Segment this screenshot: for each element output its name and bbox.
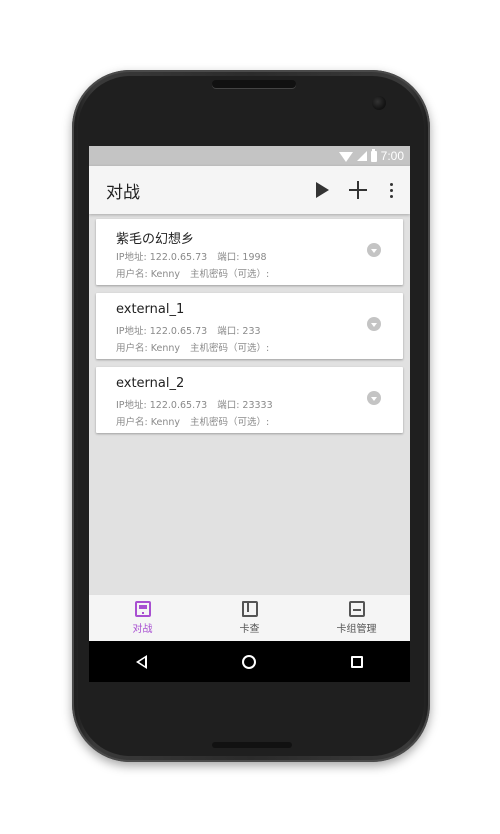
back-icon[interactable] [136, 654, 148, 669]
app-bar: 对战 [89, 166, 410, 214]
recent-apps-icon[interactable] [350, 655, 363, 668]
chevron-down-icon [371, 248, 377, 253]
password-label: 主机密码（可选）: [190, 269, 270, 280]
port-label: 端口: [217, 400, 240, 411]
status-bar: 7:00 [89, 146, 410, 166]
plus-icon [349, 181, 367, 199]
expand-button[interactable] [367, 243, 381, 257]
ip-label: IP地址: [116, 400, 147, 411]
expand-button[interactable] [367, 391, 381, 405]
server-name: 紫毛の幻想乡 [116, 232, 195, 247]
signal-icon [356, 151, 367, 161]
server-user-line: 用户名: Kenny 主机密码（可选）: [116, 414, 269, 428]
system-navigation-bar [89, 641, 410, 682]
server-card[interactable]: external_1 IP地址: 122.0.65.73 端口: 233 用户名:… [96, 293, 403, 359]
password-label: 主机密码（可选）: [190, 343, 270, 354]
nav-duel[interactable]: 对战 [89, 595, 196, 641]
add-server-button[interactable] [340, 166, 376, 214]
bottom-speaker [212, 742, 292, 748]
front-camera [372, 96, 386, 110]
ip-label: IP地址: [116, 252, 147, 263]
nav-card-search[interactable]: 卡查 [196, 595, 303, 641]
more-vert-icon [389, 182, 393, 198]
server-card[interactable]: 紫毛の幻想乡 IP地址: 122.0.65.73 端口: 1998 用户名: Ke… [96, 219, 403, 285]
nav-deck-manager[interactable]: 卡组管理 [303, 595, 410, 641]
more-options-button[interactable] [376, 166, 406, 214]
nav-deck-manager-label: 卡组管理 [336, 624, 377, 635]
chevron-down-icon [371, 396, 377, 401]
earpiece-speaker [212, 80, 296, 88]
play-icon [315, 182, 329, 198]
start-duel-button[interactable] [304, 166, 340, 214]
duel-icon [134, 601, 151, 617]
nav-card-search-label: 卡查 [239, 624, 260, 635]
port-label: 端口: [217, 326, 240, 337]
user-label: 用户名: [116, 343, 148, 354]
screen: 7:00 对战 紫毛の幻想乡 IP地址: 122.0.65.73 端口: 1998… [89, 146, 410, 682]
battery-icon [370, 148, 377, 162]
server-user-line: 用户名: Kenny 主机密码（可选）: [116, 266, 269, 280]
bottom-navigation: 对战 卡查 卡组管理 [89, 594, 410, 641]
password-label: 主机密码（可选）: [190, 417, 270, 428]
server-address-line: IP地址: 122.0.65.73 端口: 1998 [116, 249, 267, 263]
wifi-icon [338, 152, 353, 162]
port-value: 23333 [242, 400, 273, 411]
chevron-down-icon [371, 322, 377, 327]
server-user-line: 用户名: Kenny 主机密码（可选）: [116, 340, 269, 354]
book-icon [241, 601, 258, 617]
status-clock: 7:00 [380, 149, 404, 163]
server-name: external_1 [116, 302, 185, 317]
user-value: Kenny [150, 417, 180, 428]
user-value: Kenny [150, 343, 180, 354]
nav-duel-label: 对战 [132, 624, 153, 635]
user-label: 用户名: [116, 269, 148, 280]
port-value: 233 [242, 326, 261, 337]
server-address-line: IP地址: 122.0.65.73 端口: 23333 [116, 397, 273, 411]
port-value: 1998 [242, 252, 267, 263]
inbox-icon [348, 601, 365, 617]
ip-label: IP地址: [116, 326, 147, 337]
server-card[interactable]: external_2 IP地址: 122.0.65.73 端口: 23333 用户… [96, 367, 403, 433]
page-title: 对战 [106, 182, 140, 203]
ip-value: 122.0.65.73 [149, 400, 208, 411]
port-label: 端口: [217, 252, 240, 263]
user-label: 用户名: [116, 417, 148, 428]
home-icon[interactable] [241, 654, 256, 669]
ip-value: 122.0.65.73 [149, 252, 208, 263]
ip-value: 122.0.65.73 [149, 326, 208, 337]
user-value: Kenny [150, 269, 180, 280]
expand-button[interactable] [367, 317, 381, 331]
server-name: external_2 [116, 376, 185, 391]
server-address-line: IP地址: 122.0.65.73 端口: 233 [116, 323, 261, 337]
